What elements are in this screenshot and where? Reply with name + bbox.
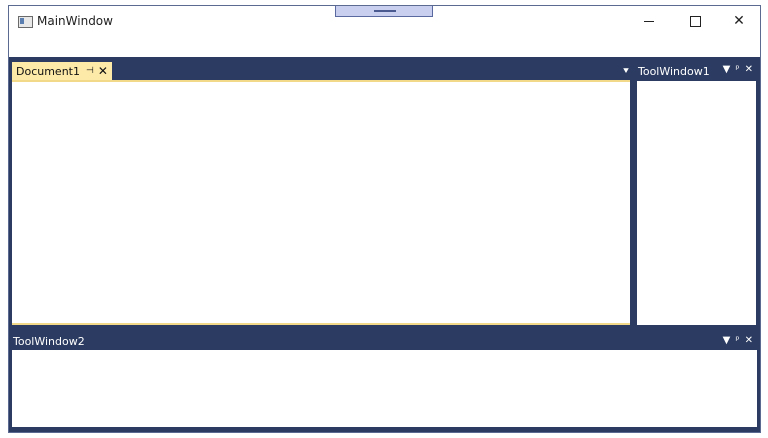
document-content-area[interactable] xyxy=(12,80,630,325)
close-button[interactable]: ✕ xyxy=(717,6,761,36)
grip-icon xyxy=(374,10,396,12)
document-list-menu-icon[interactable]: ⯆ xyxy=(620,64,632,78)
document-tab-strip: Document1 ⊣ ✕ ⯆ xyxy=(12,62,632,80)
close-icon[interactable]: ✕ xyxy=(745,335,753,346)
close-icon[interactable]: ✕ xyxy=(745,64,753,75)
pin-icon[interactable]: ᵖ xyxy=(735,335,739,346)
close-icon: ✕ xyxy=(733,13,745,29)
dropdown-menu-icon[interactable]: ▼ xyxy=(723,335,731,346)
maximize-icon xyxy=(689,15,701,27)
window-title: MainWindow xyxy=(37,14,113,28)
app-icon xyxy=(18,16,33,28)
title-bar[interactable]: MainWindow ✕ xyxy=(9,6,760,57)
toolwindow2-header[interactable]: ToolWindow2 ▼ ᵖ ✕ xyxy=(12,333,757,349)
tab-document1[interactable]: Document1 ⊣ ✕ xyxy=(12,62,112,80)
minimize-icon xyxy=(644,20,654,22)
tab-label: Document1 xyxy=(16,64,80,78)
toolwindow1-content[interactable] xyxy=(637,81,756,325)
pin-icon[interactable]: ⊣ xyxy=(86,66,94,76)
maximize-button[interactable] xyxy=(673,6,717,36)
toolwindow1-header[interactable]: ToolWindow1 ▼ ᵖ ✕ xyxy=(636,62,757,81)
toolwindow2-content[interactable] xyxy=(12,350,757,427)
close-tab-icon[interactable]: ✕ xyxy=(98,65,108,77)
minimize-button[interactable] xyxy=(627,6,671,36)
drag-grip-handle[interactable] xyxy=(335,6,433,17)
toolwindow2-title: ToolWindow2 xyxy=(13,334,85,348)
pin-icon[interactable]: ᵖ xyxy=(735,64,739,75)
dropdown-menu-icon[interactable]: ▼ xyxy=(723,64,731,75)
main-window: MainWindow ✕ Document1 ⊣ ✕ ⯆ ToolWindow1… xyxy=(8,5,761,433)
toolwindow1-title: ToolWindow1 xyxy=(638,65,710,78)
